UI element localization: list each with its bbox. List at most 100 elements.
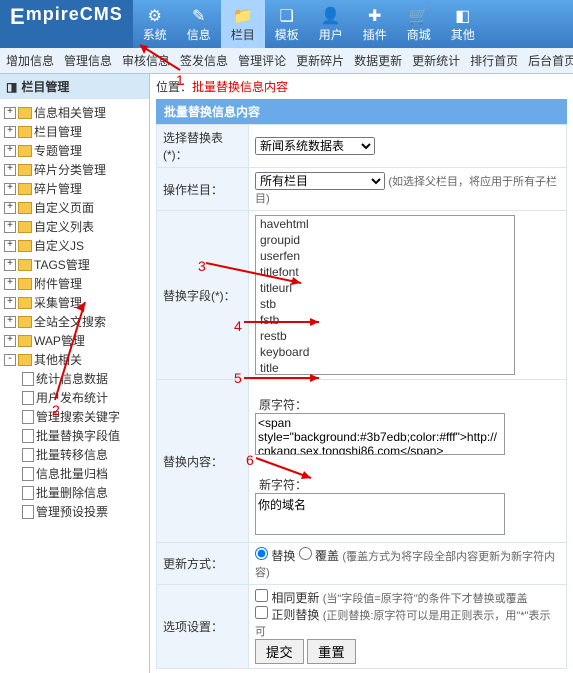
top-tab-模板[interactable]: ❏模板 (265, 0, 309, 48)
tab-icon: ✎ (187, 6, 211, 26)
tree-全站全文搜索[interactable]: +全站全文搜索 (0, 312, 149, 331)
field-option-fstb[interactable]: fstb (256, 312, 514, 328)
tree-采集管理[interactable]: +采集管理 (0, 293, 149, 312)
tree-自定义JS[interactable]: +自定义JS (0, 236, 149, 255)
field-option-titleurl[interactable]: titleurl (256, 280, 514, 296)
tree-专题管理[interactable]: +专题管理 (0, 141, 149, 160)
folder-icon (18, 183, 32, 195)
expand-icon[interactable]: + (4, 202, 16, 214)
menu-签发信息[interactable]: 签发信息 (180, 52, 228, 69)
menu-管理信息[interactable]: 管理信息 (64, 52, 112, 69)
top-tab-插件[interactable]: ✚插件 (353, 0, 397, 48)
submit-button[interactable]: 提交 (255, 639, 304, 664)
breadcrumb: 位置：批量替换信息内容 (156, 78, 567, 95)
file-icon (22, 429, 34, 443)
radio-replace[interactable] (255, 547, 268, 560)
menu-bar: 增加信息管理信息审核信息签发信息管理评论更新碎片数据更新更新统计排行首页后台首页… (0, 48, 573, 74)
field-option-groupid[interactable]: groupid (256, 232, 514, 248)
select-column[interactable]: 所有栏目 (255, 172, 385, 190)
tree-用户发布统计[interactable]: 用户发布统计 (0, 388, 149, 407)
tree-碎片分类管理[interactable]: +碎片分类管理 (0, 160, 149, 179)
menu-数据更新[interactable]: 数据更新 (354, 52, 402, 69)
textarea-orig[interactable]: <span style="background:#3b7edb;color:#f… (255, 413, 505, 455)
menu-更新碎片[interactable]: 更新碎片 (296, 52, 344, 69)
tree-批量转移信息[interactable]: 批量转移信息 (0, 445, 149, 464)
file-icon (22, 467, 34, 481)
menu-排行首页[interactable]: 排行首页 (470, 52, 518, 69)
tree-信息相关管理[interactable]: +信息相关管理 (0, 103, 149, 122)
expand-icon[interactable]: + (4, 259, 16, 271)
label-select-table: 选择替换表(*)： (157, 125, 249, 168)
top-tab-其他[interactable]: ◧其他 (441, 0, 485, 48)
menu-增加信息[interactable]: 增加信息 (6, 52, 54, 69)
menu-更新统计[interactable]: 更新统计 (412, 52, 460, 69)
file-icon (22, 410, 34, 424)
top-tab-信息[interactable]: ✎信息 (177, 0, 221, 48)
tree-批量删除信息[interactable]: 批量删除信息 (0, 483, 149, 502)
radio-cover[interactable] (299, 547, 312, 560)
tree-管理搜索关键字[interactable]: 管理搜索关键字 (0, 407, 149, 426)
expand-icon[interactable]: + (4, 126, 16, 138)
field-option-keyboard[interactable]: keyboard (256, 344, 514, 360)
top-tab-商城[interactable]: 🛒商城 (397, 0, 441, 48)
label-replace-content: 替换内容： (157, 380, 249, 543)
folder-icon (18, 221, 32, 233)
tree-自定义页面[interactable]: +自定义页面 (0, 198, 149, 217)
label-new: 新字符： (255, 476, 307, 493)
tree-信息批量归档[interactable]: 信息批量归档 (0, 464, 149, 483)
expand-icon[interactable]: + (4, 145, 16, 157)
logo: EEmpireCMSmpireCMS (0, 0, 133, 48)
expand-icon[interactable]: + (4, 278, 16, 290)
tree-批量替换字段值[interactable]: 批量替换字段值 (0, 426, 149, 445)
check-regex[interactable] (255, 606, 268, 619)
tab-icon: 📁 (231, 6, 255, 26)
tree-自定义列表[interactable]: +自定义列表 (0, 217, 149, 236)
folder-icon (18, 145, 32, 157)
tree-WAP管理[interactable]: +WAP管理 (0, 331, 149, 350)
select-table[interactable]: 新闻系统数据表 (255, 137, 375, 155)
field-option-title[interactable]: title (256, 360, 514, 375)
field-option-havehtml[interactable]: havehtml (256, 216, 514, 232)
tree-TAGS管理[interactable]: +TAGS管理 (0, 255, 149, 274)
opt-cover-label: 覆盖 (315, 549, 339, 563)
field-listbox[interactable]: havehtmlgroupiduserfentitlefonttitleurls… (255, 215, 515, 375)
expand-icon[interactable]: + (4, 164, 16, 176)
tree-碎片管理[interactable]: +碎片管理 (0, 179, 149, 198)
tab-icon: 🛒 (407, 6, 431, 26)
expand-icon[interactable]: + (4, 335, 16, 347)
top-tab-用户[interactable]: 👤用户 (309, 0, 353, 48)
tree-管理预设投票[interactable]: 管理预设投票 (0, 502, 149, 521)
reset-button[interactable]: 重置 (307, 639, 356, 664)
tree-其他相关[interactable]: -其他相关 (0, 350, 149, 369)
expand-icon[interactable]: + (4, 297, 16, 309)
tab-icon: 👤 (319, 6, 343, 26)
file-icon (22, 505, 34, 519)
menu-审核信息[interactable]: 审核信息 (122, 52, 170, 69)
tree-统计信息数据[interactable]: 统计信息数据 (0, 369, 149, 388)
menu-后台首页[interactable]: 后台首页 (528, 52, 573, 69)
field-option-stb[interactable]: stb (256, 296, 514, 312)
field-option-restb[interactable]: restb (256, 328, 514, 344)
panel-title: 批量替换信息内容 (156, 99, 567, 124)
menu-管理评论[interactable]: 管理评论 (238, 52, 286, 69)
tab-icon: ⚙ (143, 6, 167, 26)
expand-icon[interactable]: + (4, 316, 16, 328)
file-icon (22, 391, 34, 405)
expand-icon[interactable]: + (4, 221, 16, 233)
check-rel-update[interactable] (255, 589, 268, 602)
textarea-new[interactable] (255, 493, 505, 535)
folder-icon (18, 107, 32, 119)
expand-icon[interactable]: + (4, 183, 16, 195)
top-tab-栏目[interactable]: 📁栏目 (221, 0, 265, 48)
field-option-titlefont[interactable]: titlefont (256, 264, 514, 280)
folder-icon (18, 316, 32, 328)
tree-附件管理[interactable]: +附件管理 (0, 274, 149, 293)
expand-icon[interactable]: + (4, 107, 16, 119)
top-tab-系统[interactable]: ⚙系统 (133, 0, 177, 48)
expand-icon[interactable]: + (4, 240, 16, 252)
field-option-userfen[interactable]: userfen (256, 248, 514, 264)
folder-icon (18, 278, 32, 290)
expand-icon[interactable]: - (4, 354, 16, 366)
tree-栏目管理[interactable]: +栏目管理 (0, 122, 149, 141)
regex-label: 正则替换 (271, 608, 319, 622)
